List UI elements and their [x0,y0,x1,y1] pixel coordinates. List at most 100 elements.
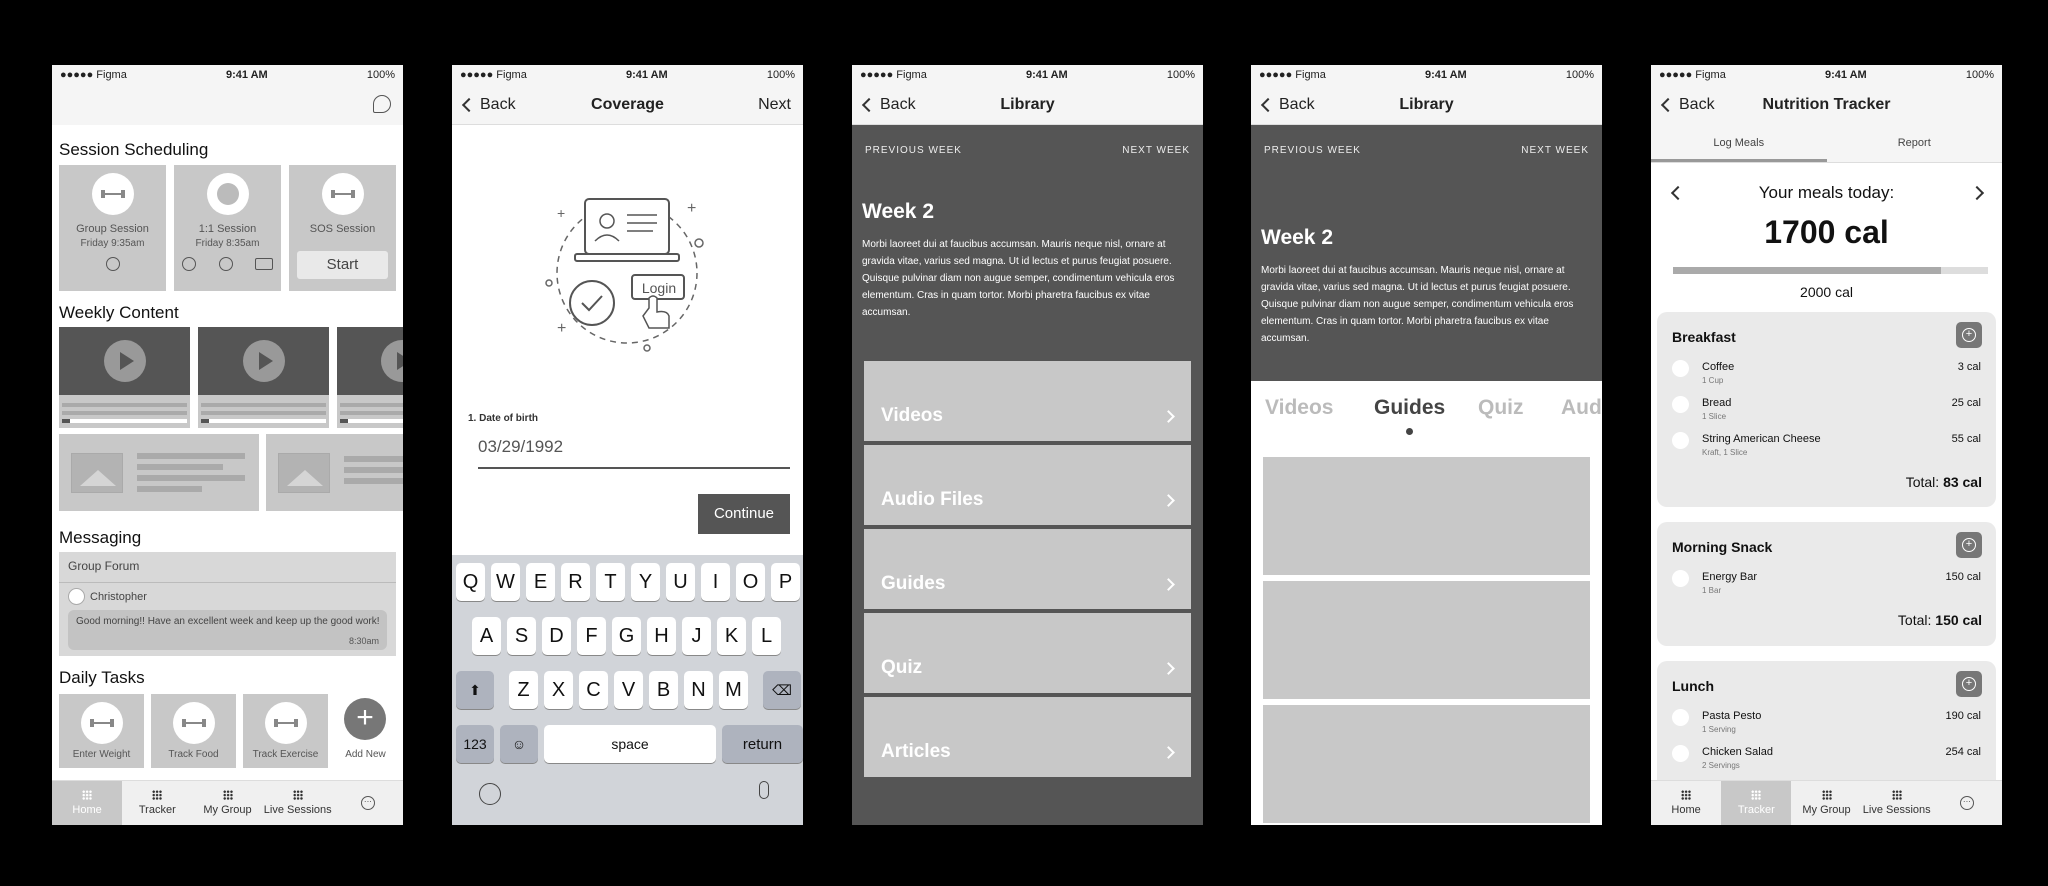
key-u[interactable]: U [666,563,695,601]
previous-week-link[interactable]: PREVIOUS WEEK [1264,145,1361,156]
tab-more[interactable]: ··· [1932,781,2002,825]
emoji-key[interactable]: ☺ [500,725,538,763]
video-card[interactable] [59,327,190,428]
tab-more[interactable]: ··· [333,781,403,825]
key-f[interactable]: F [577,617,606,655]
library-row-articles[interactable]: Articles [864,697,1191,777]
back-button[interactable]: Back [861,96,916,114]
next-week-link[interactable]: NEXT WEEK [1521,145,1589,156]
key-m[interactable]: M [719,671,748,709]
guide-card[interactable] [1263,581,1590,699]
library-row-audio[interactable]: Audio Files [864,445,1191,525]
library-row-videos[interactable]: Videos [864,361,1191,441]
add-food-button[interactable]: + [1956,322,1982,348]
food-item[interactable]: Energy Bar 1 Bar 150 cal [1672,568,1981,600]
tab-tracker[interactable]: Tracker [1721,781,1792,825]
key-v[interactable]: V [614,671,643,709]
key-q[interactable]: Q [456,563,485,601]
food-item[interactable]: Pasta Pesto 1 Serving 190 cal [1672,707,1981,739]
tab-live-sessions[interactable]: Live Sessions [1862,781,1932,825]
clock-icon[interactable] [105,257,120,271]
globe-icon[interactable] [479,783,501,805]
library-row-quiz[interactable]: Quiz [864,613,1191,693]
chat-icon[interactable] [373,95,391,113]
back-button[interactable]: Back [461,96,516,114]
key-w[interactable]: W [491,563,520,601]
task-add-new[interactable]: + Add New [333,694,398,768]
article-card[interactable] [59,434,259,511]
one-on-one-session-card[interactable]: 1:1 Session Friday 8:35am [174,165,281,291]
task-track-food[interactable]: Track Food [151,694,236,768]
key-g[interactable]: G [612,617,641,655]
tab-tracker[interactable]: Tracker [122,781,192,825]
key-h[interactable]: H [647,617,676,655]
food-item[interactable]: Chicken Salad 2 Servings 254 cal [1672,743,1981,775]
key-n[interactable]: N [684,671,713,709]
tab-my-group[interactable]: My Group [192,781,262,825]
shift-key[interactable]: ⬆ [456,671,494,709]
microphone-icon[interactable] [759,781,769,799]
guide-card[interactable] [1263,705,1590,823]
checkbox[interactable] [1672,396,1689,413]
video-card[interactable] [198,327,329,428]
key-e[interactable]: E [526,563,555,601]
plus-icon[interactable]: + [344,698,386,740]
task-track-exercise[interactable]: Track Exercise [243,694,328,768]
key-x[interactable]: X [544,671,573,709]
checkbox[interactable] [1672,360,1689,377]
tab-guides[interactable]: Guides [1374,396,1445,420]
checkbox[interactable] [1672,709,1689,726]
sos-start-button[interactable]: Start [297,251,388,279]
key-z[interactable]: Z [509,671,538,709]
food-item[interactable]: String American Cheese Kraft, 1 Slice 55 c… [1672,430,1981,462]
previous-week-link[interactable]: PREVIOUS WEEK [865,145,962,156]
guide-card[interactable] [1263,457,1590,575]
play-icon[interactable] [103,340,146,382]
return-key[interactable]: return [722,725,803,763]
add-food-button[interactable]: + [1956,671,1982,697]
space-key[interactable]: space [544,725,716,763]
continue-button[interactable]: Continue [698,494,790,534]
key-y[interactable]: Y [631,563,660,601]
next-button[interactable]: Next [758,96,791,114]
back-button[interactable]: Back [1660,96,1715,114]
tab-audio[interactable]: Aud [1561,396,1602,420]
key-k[interactable]: K [717,617,746,655]
key-j[interactable]: J [682,617,711,655]
library-row-guides[interactable]: Guides [864,529,1191,609]
task-enter-weight[interactable]: Enter Weight [59,694,144,768]
tab-home[interactable]: Home [1651,781,1721,825]
cancel-icon[interactable] [218,257,233,271]
tab-quiz[interactable]: Quiz [1478,396,1524,420]
group-session-card[interactable]: Group Session Friday 9:35am [59,165,166,291]
tab-report[interactable]: Report [1827,125,2003,162]
key-a[interactable]: A [472,617,501,655]
numbers-key[interactable]: 123 [456,725,494,763]
checkbox[interactable] [1672,745,1689,762]
key-t[interactable]: T [596,563,625,601]
next-week-link[interactable]: NEXT WEEK [1122,145,1190,156]
tab-live-sessions[interactable]: Live Sessions [263,781,333,825]
date-of-birth-field[interactable]: 03/29/1992 [478,437,790,469]
key-l[interactable]: L [752,617,781,655]
key-c[interactable]: C [579,671,608,709]
back-button[interactable]: Back [1260,96,1315,114]
key-d[interactable]: D [542,617,571,655]
tab-videos[interactable]: Videos [1265,396,1333,420]
tab-home[interactable]: Home [52,781,123,825]
key-i[interactable]: I [701,563,730,601]
key-b[interactable]: B [649,671,678,709]
video-call-icon[interactable] [255,258,273,270]
video-card[interactable] [337,327,403,428]
key-s[interactable]: S [507,617,536,655]
checkbox[interactable] [1672,432,1689,449]
tab-my-group[interactable]: My Group [1791,781,1861,825]
backspace-key[interactable]: ⌫ [763,671,801,709]
article-card[interactable] [266,434,403,511]
checkbox[interactable] [1672,570,1689,587]
key-p[interactable]: P [771,563,800,601]
tab-log-meals[interactable]: Log Meals [1651,125,1827,162]
group-forum-card[interactable]: Group Forum Christopher Good morning!! H… [59,552,396,656]
food-item[interactable]: Coffee 1 Cup 3 cal [1672,358,1981,390]
add-food-button[interactable]: + [1956,532,1982,558]
